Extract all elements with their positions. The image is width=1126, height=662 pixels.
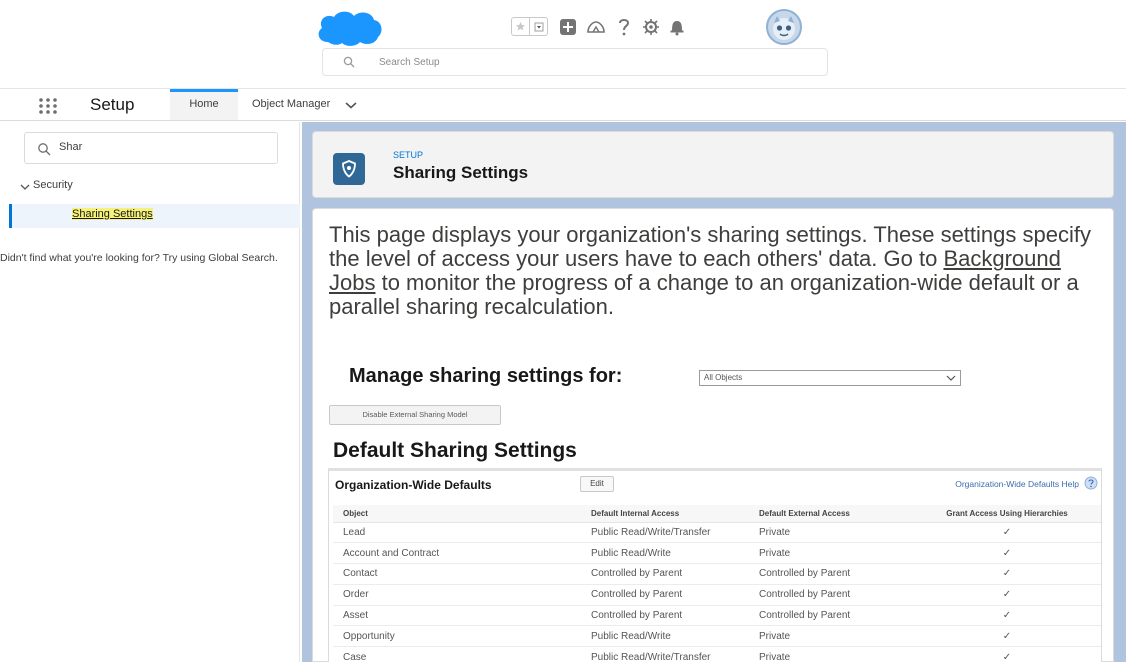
cell-external-access: Private [749, 522, 913, 544]
cell-internal-access: Controlled by Parent [581, 563, 749, 585]
checkmark-icon: ✓ [913, 646, 1101, 662]
cell-object: Order [333, 584, 581, 606]
table-row: Account and Contract Public Read/Write P… [333, 542, 1101, 565]
checkmark-icon: ✓ [913, 625, 1101, 648]
cell-internal-access: Controlled by Parent [581, 584, 749, 606]
app-launcher-icon[interactable] [38, 97, 58, 115]
cell-external-access: Controlled by Parent [749, 563, 913, 585]
search-placeholder: Search Setup [379, 56, 440, 68]
search-icon [38, 143, 51, 156]
sidebar-item-label: Sharing Settings [72, 208, 153, 220]
shield-icon [333, 153, 365, 185]
app-name: Setup [90, 95, 135, 114]
intro-text-end: to monitor the progress of a change to a… [329, 270, 1079, 319]
page-title: Sharing Settings [393, 163, 529, 182]
table-row: Case Public Read/Write/Transfer Private … [333, 646, 1101, 662]
checkmark-icon: ✓ [913, 605, 1101, 627]
cell-object: Case [333, 646, 581, 662]
page-eyebrow: SETUP [393, 150, 424, 160]
search-icon [343, 55, 357, 69]
gear-icon[interactable] [640, 16, 662, 38]
help-icon[interactable] [1084, 476, 1098, 490]
cell-object: Asset [333, 605, 581, 627]
avatar[interactable] [766, 9, 802, 45]
table-row: Contact Controlled by Parent Controlled … [333, 563, 1101, 585]
cell-internal-access: Controlled by Parent [581, 605, 749, 627]
cell-external-access: Controlled by Parent [749, 605, 913, 627]
chevron-down-icon [946, 375, 956, 381]
tab-object-manager[interactable]: Object Manager [252, 98, 330, 110]
page-header: SETUP Sharing Settings [312, 131, 1114, 198]
cell-internal-access: Public Read/Write [581, 625, 749, 648]
cell-external-access: Controlled by Parent [749, 584, 913, 606]
add-icon[interactable] [557, 16, 579, 38]
star-icon[interactable] [512, 18, 531, 35]
cell-object: Lead [333, 522, 581, 544]
table-row: Opportunity Public Read/Write Private ✓ [333, 625, 1101, 648]
default-sharing-settings-title: Default Sharing Settings [333, 439, 577, 462]
owd-help-link[interactable]: Organization-Wide Defaults Help [955, 479, 1079, 489]
chevron-down-icon[interactable] [20, 182, 30, 192]
quick-find-value: Shar [59, 141, 83, 153]
bell-icon[interactable] [666, 16, 688, 38]
checkmark-icon: ✓ [913, 522, 1101, 544]
cell-internal-access: Public Read/Write/Transfer [581, 522, 749, 544]
checkmark-icon: ✓ [913, 542, 1101, 565]
global-header: Search Setup [0, 0, 1126, 88]
intro-text: This page displays your organization's s… [329, 223, 1099, 319]
chevron-down-icon[interactable] [344, 100, 358, 110]
setup-sidebar: Shar Security Sharing Settings Didn't fi… [0, 122, 300, 662]
manage-sharing-select[interactable]: All Objects [699, 370, 961, 386]
cell-object: Account and Contract [333, 542, 581, 565]
sidebar-item-sharing-settings[interactable]: Sharing Settings [9, 204, 300, 228]
cell-external-access: Private [749, 542, 913, 565]
sidebar-section-security[interactable]: Security [33, 179, 73, 191]
chevron-down-icon[interactable] [530, 18, 547, 35]
content-card: This page displays your organization's s… [312, 208, 1114, 662]
not-found-hint: Didn't find what you're looking for? Try… [0, 252, 278, 264]
favorites-group [511, 17, 548, 36]
owd-table: Object Default Internal Access Default E… [333, 505, 1101, 662]
checkmark-icon: ✓ [913, 584, 1101, 606]
owd-title: Organization-Wide Defaults [335, 478, 492, 492]
tab-home[interactable]: Home [170, 89, 238, 120]
edit-button[interactable]: Edit [580, 476, 614, 492]
salesforce-cloud-logo[interactable] [314, 8, 384, 48]
quick-find-input[interactable]: Shar [24, 132, 278, 164]
column-header-internal-access: Default Internal Access [581, 505, 749, 523]
column-header-external-access: Default External Access [749, 505, 913, 523]
disable-external-sharing-button[interactable]: Disable External Sharing Model [329, 405, 501, 425]
table-row: Lead Public Read/Write/Transfer Private … [333, 522, 1101, 544]
cell-external-access: Private [749, 646, 913, 662]
manage-sharing-value: All Objects [704, 373, 743, 382]
app-navigation-bar: Setup Home Object Manager [0, 88, 1126, 121]
column-header-object: Object [333, 505, 581, 523]
cell-object: Contact [333, 563, 581, 585]
column-header-grant-access: Grant Access Using Hierarchies [913, 505, 1101, 523]
table-header-row: Object Default Internal Access Default E… [333, 505, 1101, 523]
setup-search-input[interactable]: Search Setup [322, 48, 828, 76]
org-wide-defaults-panel: Organization-Wide Defaults Edit Organiza… [328, 468, 1102, 662]
cell-internal-access: Public Read/Write/Transfer [581, 646, 749, 662]
table-row: Asset Controlled by Parent Controlled by… [333, 605, 1101, 627]
cell-object: Opportunity [333, 625, 581, 648]
cell-external-access: Private [749, 625, 913, 648]
checkmark-icon: ✓ [913, 563, 1101, 585]
help-icon[interactable] [613, 16, 635, 38]
cell-internal-access: Public Read/Write [581, 542, 749, 565]
trailhead-icon[interactable] [585, 16, 607, 38]
table-row: Order Controlled by Parent Controlled by… [333, 584, 1101, 606]
manage-sharing-label: Manage sharing settings for: [349, 365, 623, 387]
